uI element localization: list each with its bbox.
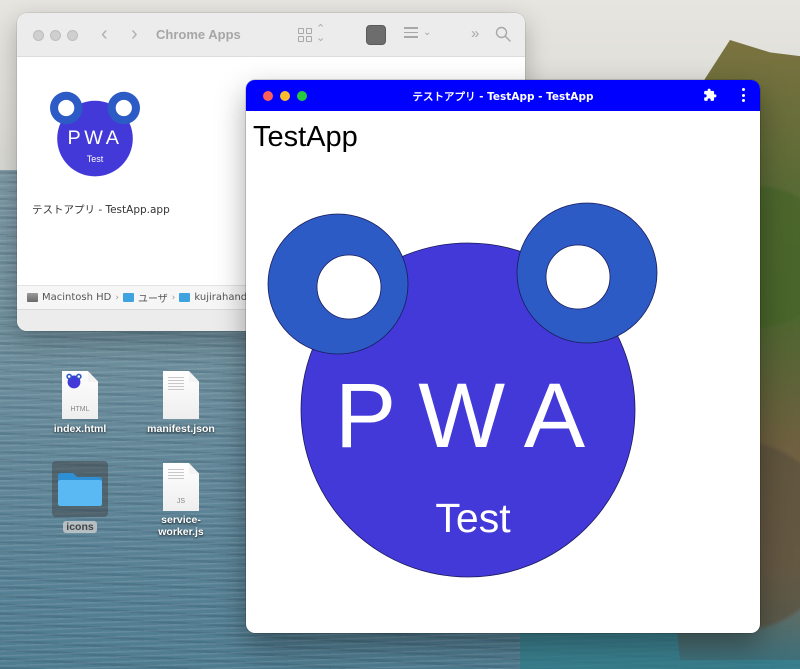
finder-title: Chrome Apps (156, 27, 241, 42)
zoom-button[interactable] (67, 30, 78, 41)
kebab-menu-icon[interactable] (741, 88, 745, 102)
logo-right-ear-hole (545, 244, 611, 310)
desktop-item-service-worker-js[interactable]: JS service-worker.js (136, 463, 226, 540)
html-file-icon: HTML (62, 371, 98, 419)
desktop-item-manifest-json[interactable]: manifest.json (136, 371, 226, 437)
path-crumb-kujirahand[interactable]: kujirahand (179, 292, 247, 303)
updown-chevron-icon[interactable]: ⌃ ⌄ (316, 24, 325, 44)
path-separator: › (171, 292, 176, 303)
text-preview-lines (168, 377, 184, 392)
finder-toolbar: ‹ › Chrome Apps ⌃ ⌄ ⌄ » (17, 13, 525, 57)
share-icon[interactable] (366, 25, 386, 45)
more-toolbar-icon[interactable]: » (471, 25, 479, 42)
minimize-button[interactable] (50, 30, 61, 41)
desktop-item-label: index.html (53, 423, 107, 435)
search-icon[interactable] (495, 26, 511, 42)
desktop-item-icons-folder[interactable]: icons (35, 461, 125, 535)
logo-left-ear-hole (316, 254, 382, 320)
folder-icon (122, 293, 134, 302)
path-separator: › (115, 292, 119, 303)
logo-sub-text: Test (435, 495, 511, 541)
path-crumb-users[interactable]: ユーザ (122, 290, 168, 305)
window-title: テストアプリ - TestApp - TestApp (412, 91, 594, 103)
pwa-thumbnail-icon (66, 373, 82, 389)
hard-drive-icon (27, 293, 38, 302)
group-by-icon[interactable] (404, 27, 418, 42)
desktop-item-label: service-worker.js (158, 514, 204, 538)
json-file-icon (163, 371, 199, 419)
puzzle-piece-icon[interactable] (703, 88, 717, 102)
crumb-label: ユーザ (137, 294, 168, 305)
desktop-item-label: manifest.json (147, 423, 215, 435)
app-icon-sub-text: Test (87, 154, 104, 164)
back-button[interactable]: ‹ (101, 23, 108, 45)
app-icon-main-text: PWA (67, 127, 122, 149)
selection-highlight (52, 461, 108, 517)
pwa-logo: PWA Test (267, 202, 658, 578)
folder-icon (58, 473, 102, 506)
desktop-item-index-html[interactable]: HTML index.html (35, 371, 125, 437)
close-button[interactable] (33, 30, 44, 41)
home-folder-icon (179, 293, 191, 302)
file-ext-label: JS (176, 498, 186, 505)
app-file-name[interactable]: テストアプリ - TestApp.app (32, 202, 170, 217)
chevron-down-icon[interactable]: ⌄ (423, 27, 431, 38)
app-icon-testapp[interactable]: PWA Test (50, 90, 140, 180)
path-crumb-macintosh-hd[interactable]: Macintosh HD (27, 292, 111, 303)
page-heading: TestApp (253, 121, 358, 153)
crumb-label: Macintosh HD (42, 292, 112, 303)
js-file-icon: JS (163, 463, 199, 511)
file-ext-label: HTML (70, 406, 90, 413)
desktop-item-label: icons (63, 521, 97, 533)
logo-main-text: PWA (335, 365, 607, 467)
pwa-app-window[interactable]: テストアプリ - TestApp - TestApp TestApp PWA T… (246, 80, 760, 633)
forward-button[interactable]: › (131, 23, 138, 45)
grid-view-icon[interactable] (298, 28, 312, 42)
text-preview-lines (168, 469, 184, 481)
pwa-titlebar: テストアプリ - TestApp - TestApp (246, 80, 760, 111)
crumb-label: kujirahand (194, 292, 248, 303)
